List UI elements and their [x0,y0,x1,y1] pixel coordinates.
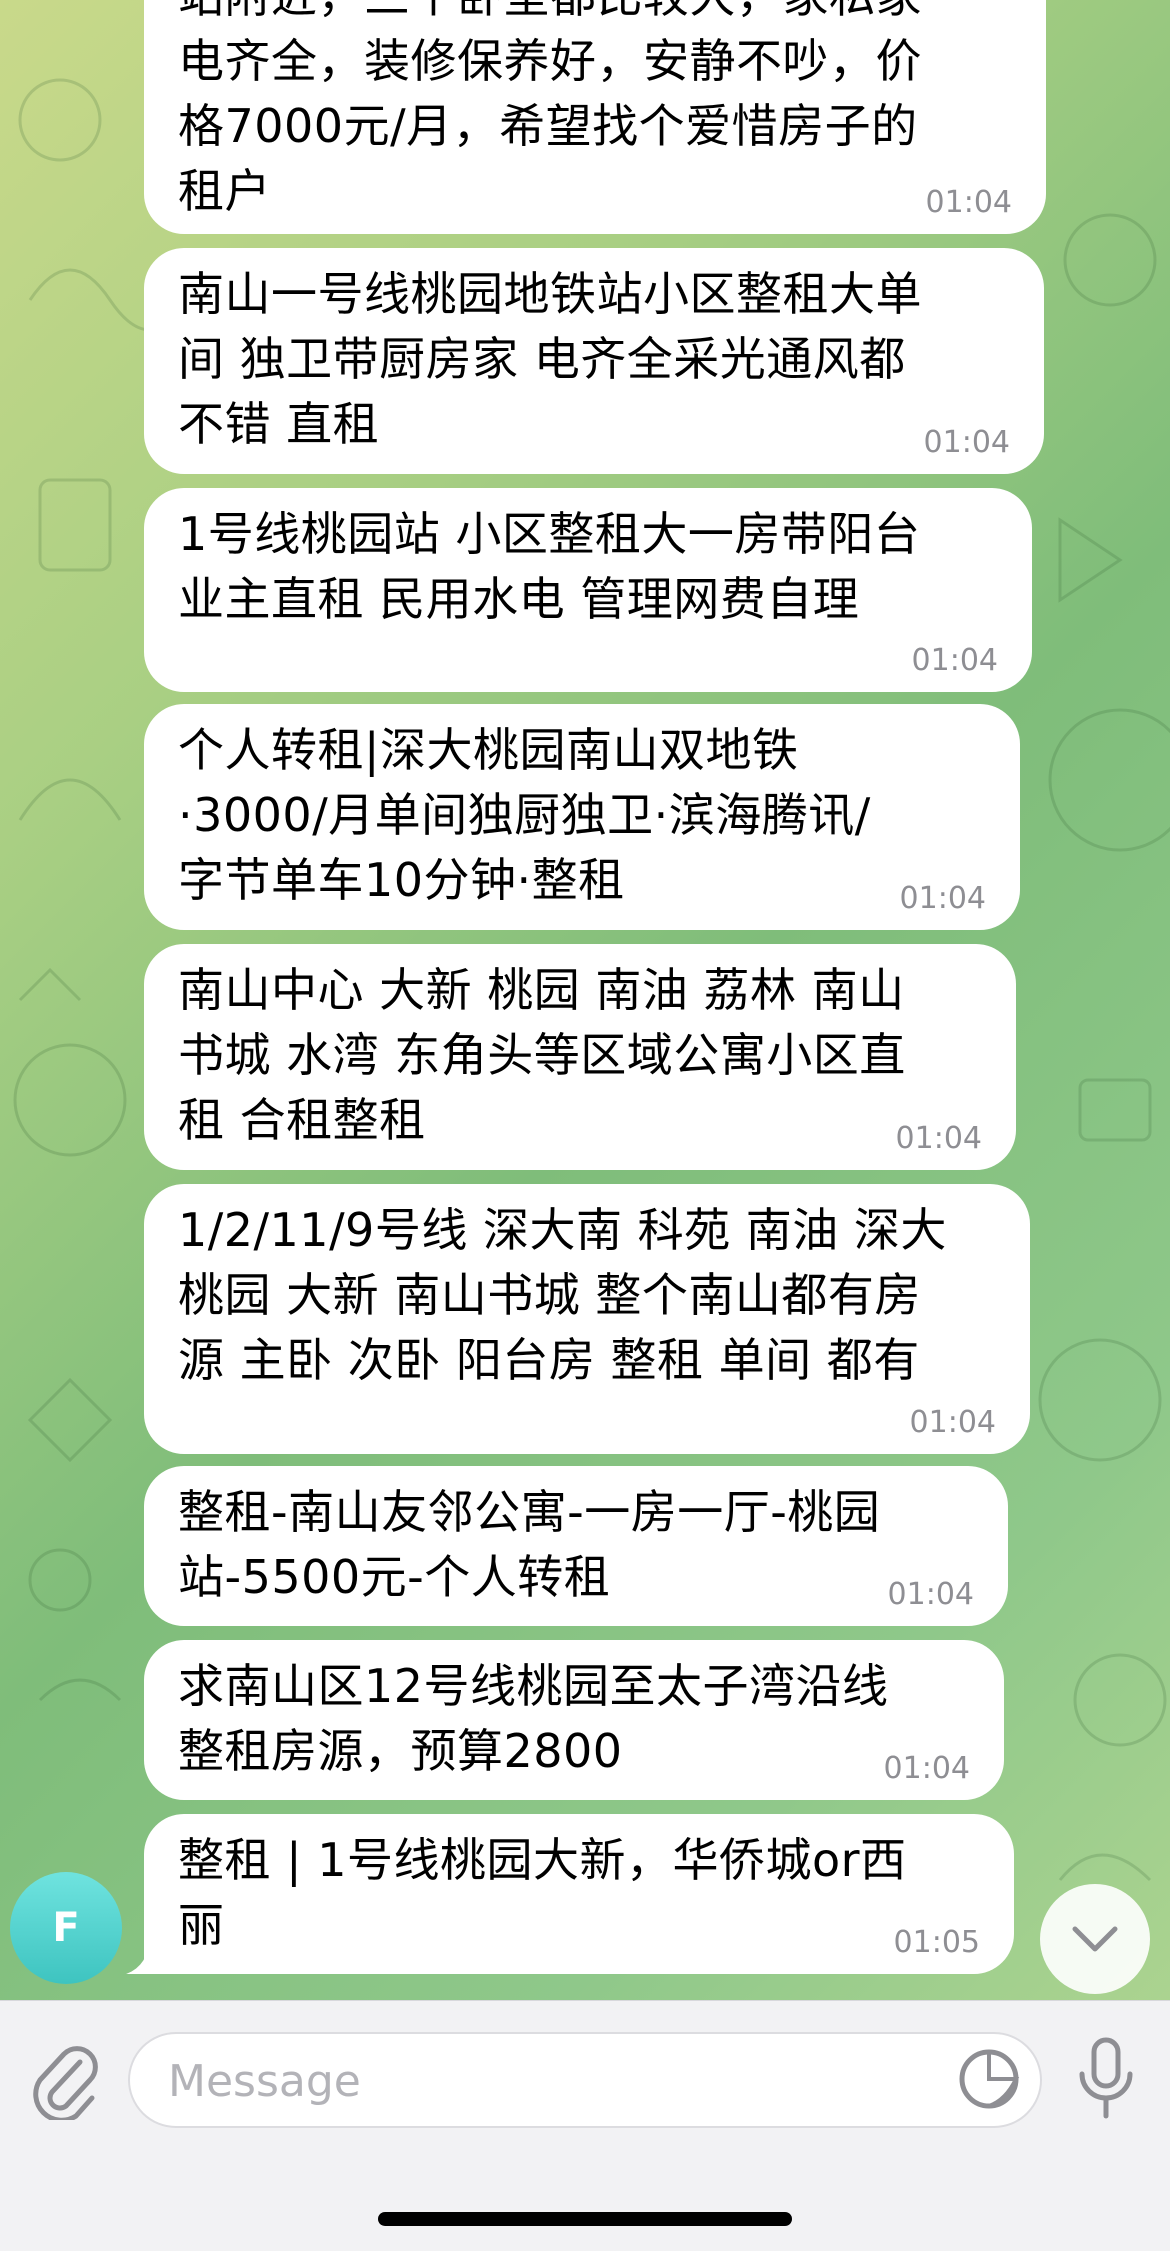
message-text: 个人转租|深大桃园南山双地铁 ·3000/月单间独厨独卫·滨海腾讯/ 字节单车1… [178,723,871,907]
message-bubble[interactable]: 站附近，三个卧室都比较大，家私家 电齐全，装修保养好，安静不吵，价 格7000元… [144,0,1046,234]
message-text: 1/2/11/9号线 深大南 科苑 南油 深大 桃园 大新 南山书城 整个南山都… [178,1203,947,1387]
message-list[interactable]: 站附近，三个卧室都比较大，家私家 电齐全，装修保养好，安静不吵，价 格7000元… [0,0,1170,2000]
message-bubble[interactable]: 南山中心 大新 桃园 南油 荔林 南山 书城 水湾 东角头等区域公寓小区直 租 … [144,944,1016,1170]
message-time: 01:04 [883,1751,970,1786]
message-text: 整租 | 1号线桃园大新，华侨城or西 丽 [178,1833,907,1952]
microphone-icon[interactable] [1074,2036,1138,2122]
message-time: 01:04 [925,185,1012,220]
chevron-down-icon [1072,1926,1118,1952]
message-bubble[interactable]: 求南山区12号线桃园至太子湾沿线 整租房源，预算2800 01:04 [144,1640,1004,1800]
scroll-to-bottom-button[interactable] [1040,1884,1150,1994]
message-text: 站附近，三个卧室都比较大，家私家 电齐全，装修保养好，安静不吵，价 格7000元… [178,0,922,218]
message-text: 1号线桃园站 小区整租大一房带阳台 业主直租 民用水电 管理网费自理 [178,507,921,626]
message-time: 01:04 [899,881,986,916]
paperclip-icon[interactable] [30,2040,100,2120]
message-time: 01:04 [909,1405,996,1440]
message-text: 南山中心 大新 桃园 南油 荔林 南山 书城 水湾 东角头等区域公寓小区直 租 … [178,963,906,1147]
message-bubble[interactable]: 整租 | 1号线桃园大新，华侨城or西 丽 01:05 [144,1814,1014,1974]
message-time: 01:04 [911,643,998,678]
chat-screen: 站附近，三个卧室都比较大，家私家 电齐全，装修保养好，安静不吵，价 格7000元… [0,0,1170,2251]
message-time: 01:05 [893,1925,980,1960]
message-input[interactable] [166,2034,930,2128]
home-indicator [378,2212,792,2226]
message-bubble[interactable]: 整租-南山友邻公寓-一房一厅-桃园 站-5500元-个人转租 01:04 [144,1466,1008,1626]
sender-avatar[interactable]: F [10,1872,122,1984]
message-time: 01:04 [887,1577,974,1612]
avatar-initial: F [52,1905,80,1951]
message-text: 南山一号线桃园地铁站小区整租大单 间 独卫带厨房家 电齐全采光通风都 不错 直租 [178,267,922,451]
message-text: 求南山区12号线桃园至太子湾沿线 整租房源，预算2800 [178,1659,889,1778]
message-bubble[interactable]: 1/2/11/9号线 深大南 科苑 南油 深大 桃园 大新 南山书城 整个南山都… [144,1184,1030,1454]
message-input-field[interactable] [128,2032,1042,2128]
message-text: 整租-南山友邻公寓-一房一厅-桃园 站-5500元-个人转租 [178,1485,881,1604]
message-time: 01:04 [895,1121,982,1156]
message-bubble[interactable]: 个人转租|深大桃园南山双地铁 ·3000/月单间独厨独卫·滨海腾讯/ 字节单车1… [144,704,1020,930]
message-bubble[interactable]: 南山一号线桃园地铁站小区整租大单 间 独卫带厨房家 电齐全采光通风都 不错 直租… [144,248,1044,474]
sticker-icon[interactable] [958,2048,1020,2110]
bubble-tail [126,1938,166,1974]
message-time: 01:04 [923,425,1010,460]
message-bubble[interactable]: 1号线桃园站 小区整租大一房带阳台 业主直租 民用水电 管理网费自理 01:04 [144,488,1032,692]
